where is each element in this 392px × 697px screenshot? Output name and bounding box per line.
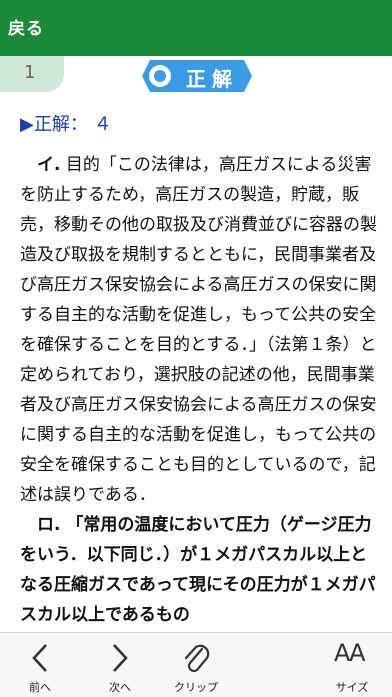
prev-button[interactable]: 前へ	[0, 633, 80, 697]
chevron-left-icon	[32, 644, 47, 672]
header-bar: 戻る	[0, 0, 392, 56]
paragraph-marker: イ.	[37, 155, 61, 175]
paragraph-body: 目的「この法律は，高圧ガスによる災害を防止するため，高圧ガスの製造，貯蔵，販売，…	[20, 155, 377, 505]
back-button[interactable]: 戻る	[8, 14, 44, 39]
size-label: サイズ	[335, 681, 369, 694]
next-button[interactable]: 次へ	[80, 633, 160, 697]
font-size-button[interactable]: AA サイズ	[318, 633, 392, 697]
answer-line: ▶正解： ４	[20, 114, 112, 135]
paperclip-icon	[184, 644, 210, 673]
explanation-text: イ. 目的「この法律は，高圧ガスによる災害を防止するため，高圧ガスの製造，貯蔵，…	[20, 150, 380, 630]
chevron-right-icon	[113, 644, 128, 672]
clip-label: クリップ	[174, 681, 218, 694]
explanation-paragraph-2: ロ. 「常用の温度において圧力（ゲージ圧力をいう．以下同じ．）が１メガパスカル以…	[20, 515, 376, 625]
badge-label: 正解	[186, 67, 238, 91]
correct-answer-badge: 正解	[140, 60, 252, 92]
explanation-paragraph-1: イ. 目的「この法律は，高圧ガスによる災害を防止するため，高圧ガスの製造，貯蔵，…	[20, 150, 380, 510]
bottom-toolbar: 前へ 次へ クリップ AA サイズ	[0, 632, 392, 697]
question-number-tab: 1	[0, 56, 64, 92]
prev-label: 前へ	[29, 681, 51, 694]
question-number: 1	[24, 62, 36, 83]
next-label: 次へ	[109, 681, 131, 694]
clip-button[interactable]: クリップ	[156, 633, 236, 697]
font-size-icon: AA	[334, 639, 365, 667]
